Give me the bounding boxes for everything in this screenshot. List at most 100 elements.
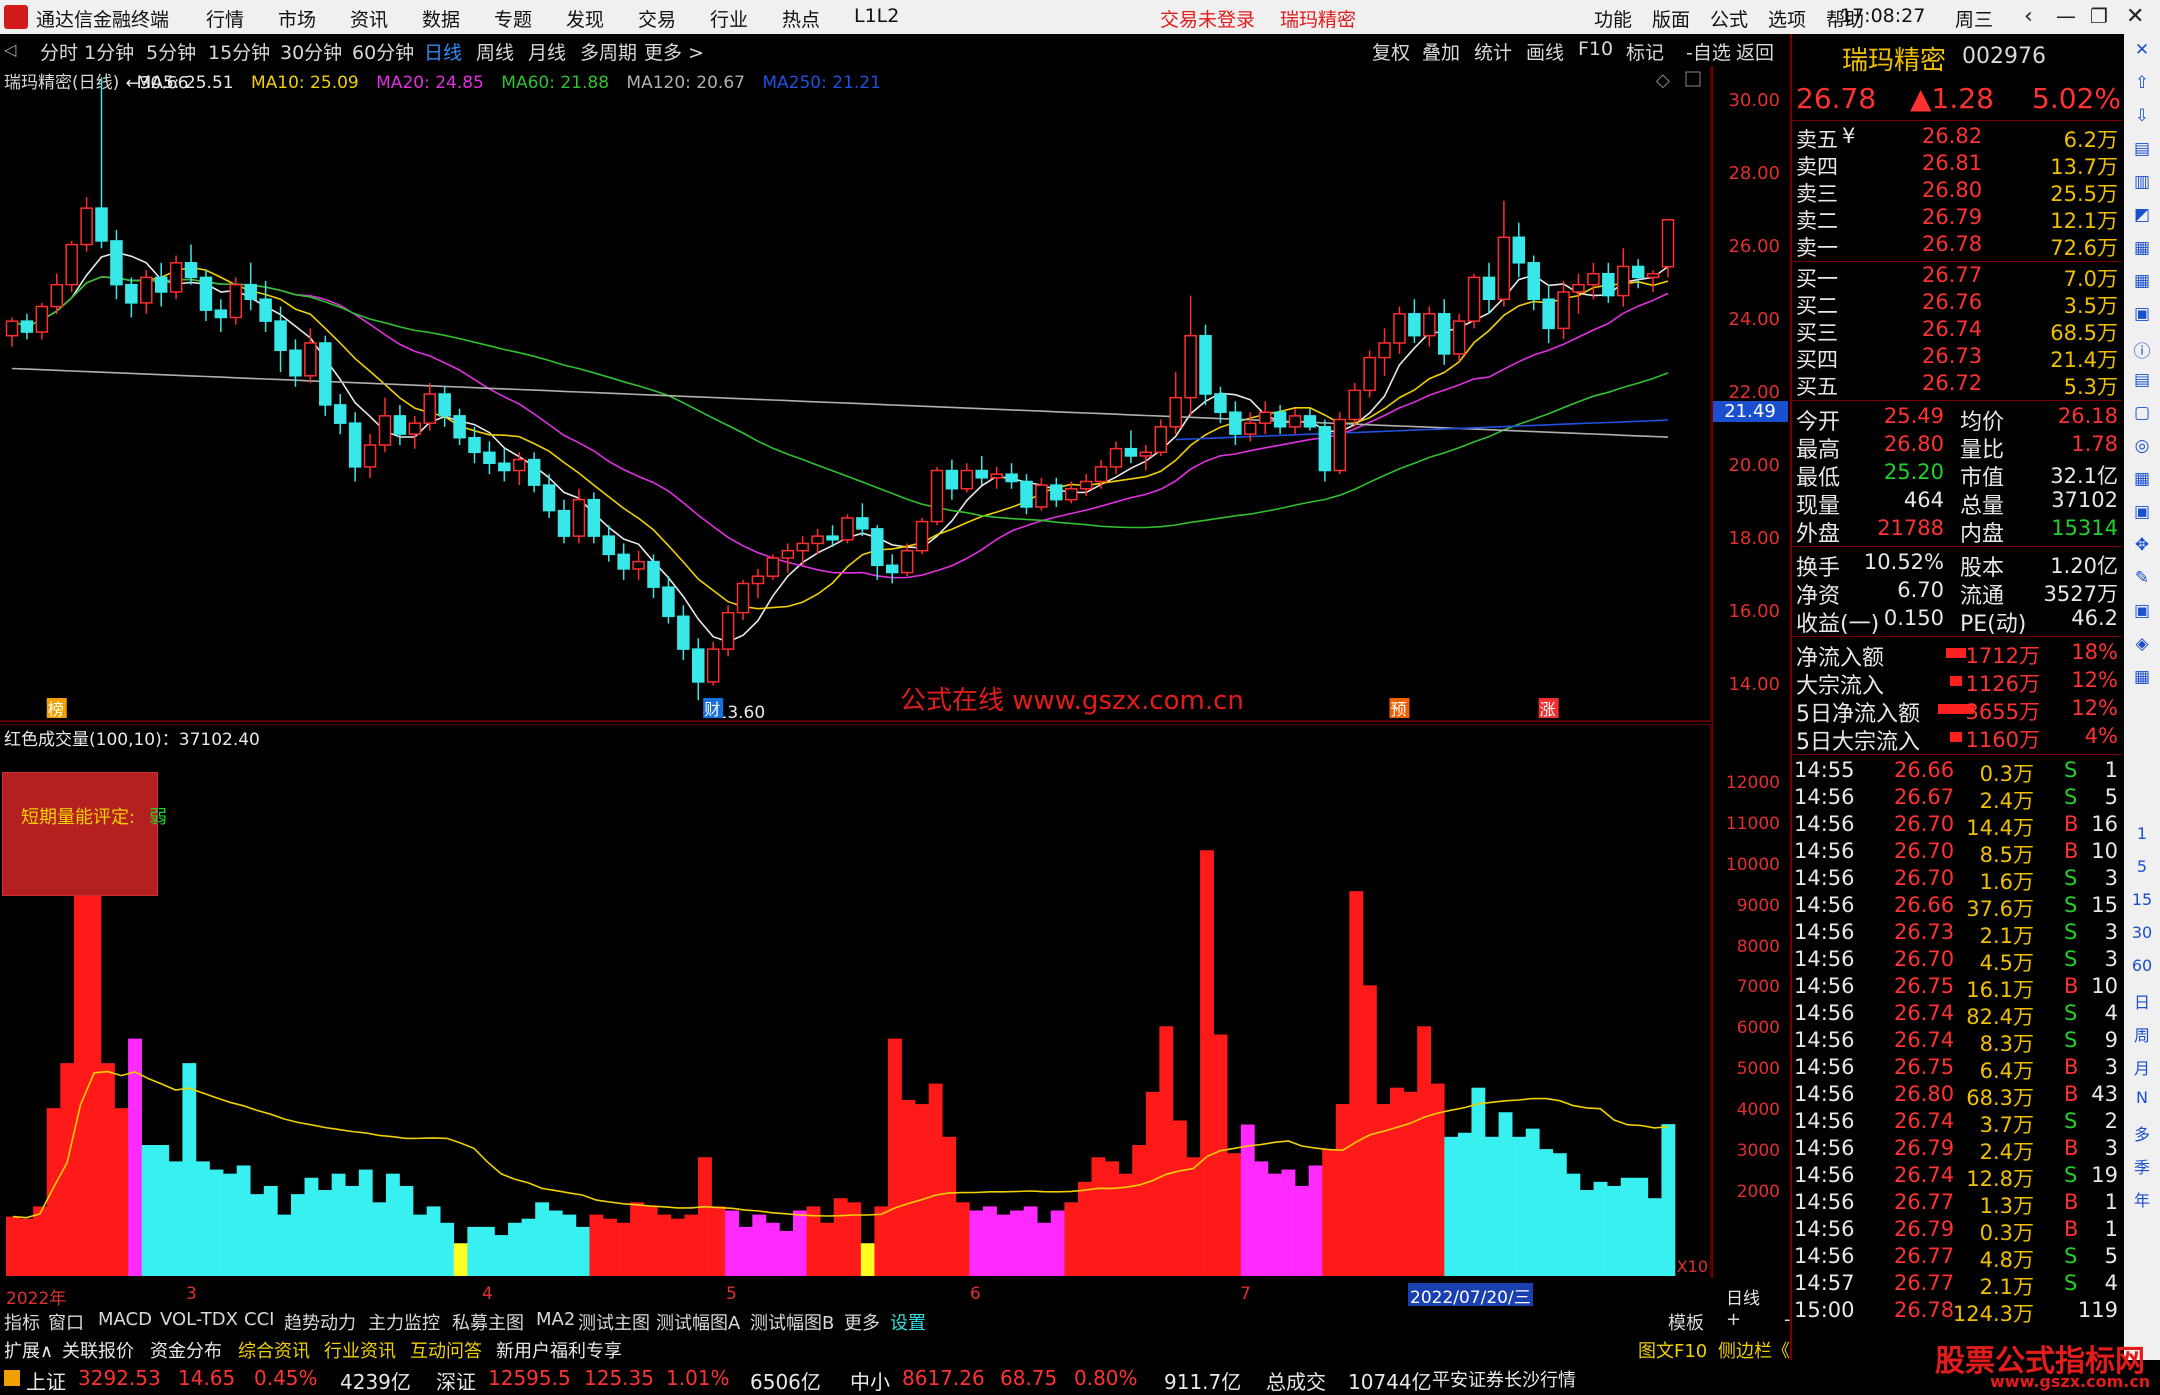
move-icon[interactable]: ✥ [2130, 535, 2154, 559]
period-icons[interactable]: ▦ [2130, 667, 2154, 691]
rsi-icon[interactable]: ▣ [2130, 502, 2154, 526]
sidebar-period-9[interactable]: 多 [2130, 1121, 2154, 1145]
indicator-tab-8[interactable]: MA2 [536, 1309, 575, 1330]
menu-1[interactable]: 市场 [278, 5, 316, 32]
minimize-icon[interactable]: — [2056, 4, 2076, 28]
period-tab-7[interactable]: 周线 [476, 38, 514, 65]
info-tab-5[interactable]: 互动问答 [410, 1337, 482, 1363]
period-tab-10[interactable]: 更多 > [644, 38, 704, 65]
tool-2[interactable]: 统计 [1474, 38, 1512, 65]
sidebar-period-3[interactable]: 30 [2130, 923, 2154, 947]
down-icon[interactable]: ⇩ [2130, 106, 2154, 130]
info-tab-4[interactable]: 行业资讯 [324, 1337, 396, 1363]
right-menu-1[interactable]: 版面 [1652, 5, 1690, 32]
info-right-0[interactable]: 图文F10 [1638, 1337, 1707, 1363]
info-tab-6[interactable]: 新用户福利专享 [496, 1337, 622, 1363]
menu-4[interactable]: 专题 [494, 5, 532, 32]
login-status[interactable]: 交易未登录 [1160, 5, 1255, 32]
info-tab-2[interactable]: 资金分布 [150, 1337, 222, 1363]
sidebar-period-8[interactable]: N [2130, 1088, 2154, 1112]
f2-icon[interactable]: ▢ [2130, 403, 2154, 427]
ask-row[interactable]: 卖四 26.81 13.7万 [1792, 151, 2122, 179]
period-tab-0[interactable]: 分时 [40, 38, 78, 65]
period-tab-5[interactable]: 60分钟 [352, 38, 414, 65]
menu-9[interactable]: L1L2 [854, 5, 899, 27]
share-icon[interactable]: ◈ [2130, 634, 2154, 658]
bid-row[interactable]: 买二 26.76 3.5万 [1792, 290, 2122, 318]
indicator-tab-9[interactable]: 测试主图 [578, 1309, 650, 1335]
period-tab-6[interactable]: 日线 [424, 38, 462, 65]
indicator-tab-6[interactable]: 主力监控 [368, 1309, 440, 1335]
tool-3[interactable]: 画线 [1526, 38, 1564, 65]
tool-4[interactable]: F10 [1578, 38, 1613, 60]
chart-icon[interactable]: ◩ [2130, 205, 2154, 229]
menu-3[interactable]: 数据 [422, 5, 460, 32]
sidebar-period-11[interactable]: 年 [2130, 1187, 2154, 1211]
tool-7[interactable]: 返回 [1736, 38, 1774, 65]
menu-0[interactable]: 行情 [206, 5, 244, 32]
ask-row[interactable]: 卖二 26.79 12.1万 [1792, 205, 2122, 233]
tool-0[interactable]: 复权 [1372, 38, 1410, 65]
info-right-1[interactable]: 侧边栏《 [1718, 1337, 1790, 1363]
diamond-icon[interactable]: ◇ [1656, 70, 1670, 91]
period-tab-9[interactable]: 多周期 [580, 38, 637, 65]
indicator-tab-1[interactable]: 窗口 [48, 1309, 84, 1335]
indicator-tab-2[interactable]: MACD [98, 1309, 152, 1330]
sidebar-period-10[interactable]: 季 [2130, 1154, 2154, 1178]
table-icon[interactable]: ▦ [2130, 271, 2154, 295]
indicator-tab-4[interactable]: CCI [244, 1309, 274, 1330]
menu-6[interactable]: 交易 [638, 5, 676, 32]
menu-8[interactable]: 热点 [782, 5, 820, 32]
panel-icon[interactable] [1685, 71, 1701, 87]
sidebar-period-5[interactable]: 日 [2130, 989, 2154, 1013]
indicator-tab-0[interactable]: 指标 [4, 1309, 40, 1335]
tool-5[interactable]: 标记 [1626, 38, 1664, 65]
bid-row[interactable]: 买四 26.73 21.4万 [1792, 344, 2122, 372]
sidebar-period-6[interactable]: 周 [2130, 1022, 2154, 1046]
indicator-tab-3[interactable]: VOL-TDX [160, 1309, 238, 1330]
kline-chart[interactable]: ←30.66←13.60榜财预涨◇ [0, 66, 1712, 722]
period-tab-8[interactable]: 月线 [528, 38, 566, 65]
right-menu-2[interactable]: 公式 [1710, 5, 1748, 32]
period-tab-4[interactable]: 30分钟 [280, 38, 342, 65]
menu-5[interactable]: 发现 [566, 5, 604, 32]
indicator-tab-13[interactable]: 设置 [890, 1309, 926, 1335]
grid-icon[interactable]: ▦ [2130, 469, 2154, 493]
right-menu-0[interactable]: 功能 [1594, 5, 1632, 32]
info-tab-3[interactable]: 综合资讯 [238, 1337, 310, 1363]
sidebar-period-1[interactable]: 5 [2130, 857, 2154, 881]
right-menu-3[interactable]: 选项 [1768, 5, 1806, 32]
fs-icon[interactable]: ▣ [2130, 601, 2154, 625]
f10-icon[interactable]: ▣ [2130, 304, 2154, 328]
volume-chart[interactable]: X10 [0, 724, 1712, 1278]
list-icon[interactable]: ▥ [2130, 172, 2154, 196]
ask-row[interactable]: 卖五 ¥26.82 6.2万 [1792, 124, 2122, 152]
indicator-tab-5[interactable]: 趋势动力 [284, 1309, 356, 1335]
collapse-icon[interactable]: ◁ [4, 40, 16, 59]
tool-1[interactable]: 叠加 [1422, 38, 1460, 65]
tab-right-1[interactable]: + [1726, 1309, 1741, 1330]
bid-row[interactable]: 买五 26.72 5.3万 [1792, 371, 2122, 399]
indicator-tab-11[interactable]: 测试幅图B [750, 1309, 834, 1335]
bid-row[interactable]: 买三 26.74 68.5万 [1792, 317, 2122, 345]
menu-7[interactable]: 行业 [710, 5, 748, 32]
circle-icon[interactable]: ◎ [2130, 436, 2154, 460]
tab-right-0[interactable]: 模板 [1668, 1309, 1704, 1335]
period-tab-2[interactable]: 5分钟 [146, 38, 196, 65]
period-tab-1[interactable]: 1分钟 [84, 38, 134, 65]
indicator-tab-7[interactable]: 私募主图 [452, 1309, 524, 1335]
notes-icon[interactable]: ▤ [2130, 370, 2154, 394]
sidebar-period-0[interactable]: 1 [2130, 824, 2154, 848]
sidebar-period-7[interactable]: 月 [2130, 1055, 2154, 1079]
back-icon[interactable]: ‹ [2024, 4, 2033, 29]
menu-2[interactable]: 资讯 [350, 5, 388, 32]
up-icon[interactable]: ⇧ [2130, 73, 2154, 97]
indicator-tab-12[interactable]: 更多 [844, 1309, 880, 1335]
info-tab-0[interactable]: 扩展∧ [4, 1337, 53, 1363]
bid-row[interactable]: 买一 26.77 7.0万 [1792, 263, 2122, 291]
info-tab-1[interactable]: 关联报价 [62, 1337, 134, 1363]
ask-row[interactable]: 卖一 26.78 72.6万 [1792, 232, 2122, 260]
close-icon[interactable]: ✕ [2126, 4, 2144, 29]
info-icon[interactable]: ⓘ [2130, 337, 2154, 362]
close-icon[interactable]: ✕ [2130, 40, 2154, 64]
